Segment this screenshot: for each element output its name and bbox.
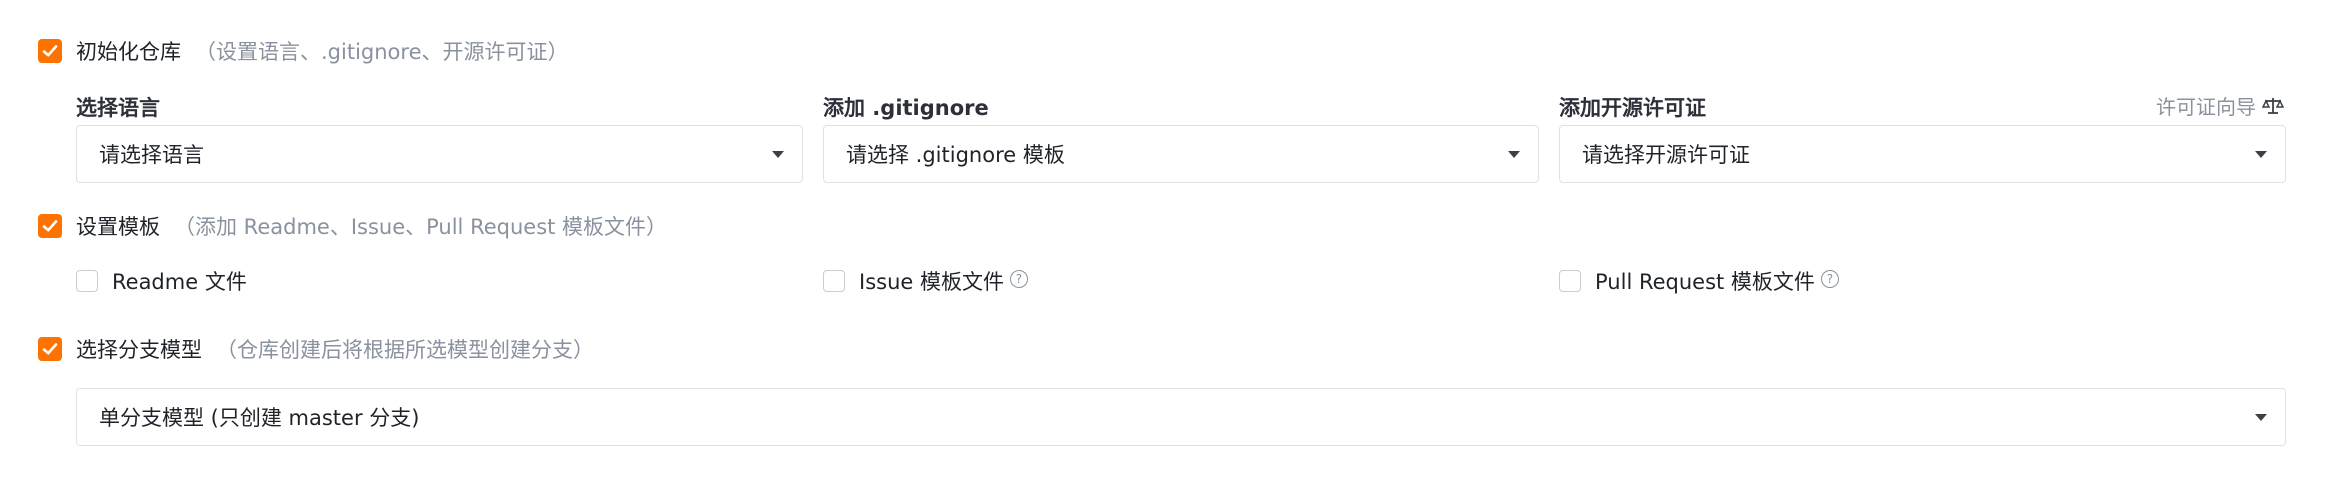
license-guide-label: 许可证向导 [2156,95,2256,119]
issue-template-option[interactable]: Issue 模板文件 ? [823,267,1028,295]
chevron-down-icon [772,150,784,158]
init-repo-label: 初始化仓库 [76,40,181,64]
issue-template-checkbox[interactable] [823,270,845,292]
init-repo-row[interactable]: 初始化仓库 （设置语言、.gitignore、开源许可证） [38,37,569,65]
language-select-value: 请选择语言 [99,143,204,167]
branch-model-select-value: 单分支模型 (只创建 master 分支) [99,406,420,430]
templates-checkbox[interactable] [38,214,62,238]
license-guide-link[interactable]: 许可证向导 [2156,91,2284,120]
gitignore-title: 添加 .gitignore [823,96,989,120]
readme-option[interactable]: Readme 文件 [76,267,247,295]
chevron-down-icon [2255,150,2267,158]
readme-checkbox[interactable] [76,270,98,292]
branch-model-select[interactable]: 单分支模型 (只创建 master 分支) [76,388,2286,446]
branch-model-checkbox[interactable] [38,337,62,361]
checkmark-icon [42,220,58,232]
branch-model-hint: （仓库创建后将根据所选模型创建分支） [216,338,594,362]
templates-row[interactable]: 设置模板 （添加 Readme、Issue、Pull Request 模板文件） [38,212,667,240]
help-icon[interactable]: ? [1009,270,1028,288]
readme-label: Readme 文件 [112,270,247,294]
init-repo-hint: （设置语言、.gitignore、开源许可证） [195,40,569,64]
checkmark-icon [42,343,58,355]
branch-model-row[interactable]: 选择分支模型 （仓库创建后将根据所选模型创建分支） [38,335,594,363]
checkmark-icon [42,45,58,57]
language-select[interactable]: 请选择语言 [76,125,803,183]
repo-init-settings: 初始化仓库 （设置语言、.gitignore、开源许可证） 选择语言 添加 .g… [0,0,2326,477]
pr-template-option[interactable]: Pull Request 模板文件 ? [1559,267,1839,295]
license-title: 添加开源许可证 [1559,96,1706,120]
gitignore-select-value: 请选择 .gitignore 模板 [846,143,1065,167]
pr-template-label: Pull Request 模板文件 [1595,270,1815,294]
chevron-down-icon [2255,413,2267,421]
templates-label: 设置模板 [76,215,160,239]
help-icon[interactable]: ? [1820,270,1839,288]
branch-model-label: 选择分支模型 [76,338,202,362]
issue-template-label: Issue 模板文件 [859,270,1004,294]
language-title: 选择语言 [76,96,160,120]
pr-template-checkbox[interactable] [1559,270,1581,292]
license-select-value: 请选择开源许可证 [1582,143,1750,167]
chevron-down-icon [1508,150,1520,158]
gitignore-select[interactable]: 请选择 .gitignore 模板 [823,125,1539,183]
init-repo-checkbox[interactable] [38,39,62,63]
templates-hint: （添加 Readme、Issue、Pull Request 模板文件） [174,215,668,239]
license-select[interactable]: 请选择开源许可证 [1559,125,2286,183]
scale-icon [2262,97,2284,114]
